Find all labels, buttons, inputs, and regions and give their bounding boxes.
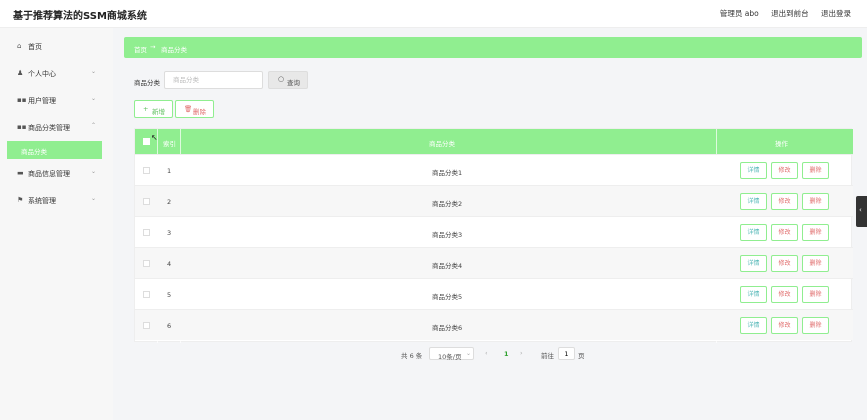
search-icon: ○	[278, 75, 285, 83]
home-icon: ⌂	[17, 42, 22, 50]
sidebar-item-product-mgmt[interactable]: ▬ 商品信息管理 ⌄	[0, 161, 113, 185]
table-header: 索引 商品分类 操作	[135, 129, 853, 154]
table-row: 1 商品分类1 详情 修改 删除	[135, 154, 853, 185]
to-front-link[interactable]: 退出到前台	[771, 9, 809, 18]
header-operations: 操作	[775, 140, 788, 148]
app-title: 基于推荐算法的SSM商城系统	[13, 11, 147, 22]
delete-button[interactable]: 删除	[802, 193, 829, 210]
table-row: 3 商品分类3 详情 修改 删除	[135, 216, 853, 247]
chevron-down-icon: ⌄	[466, 350, 472, 357]
sidebar-item-home[interactable]: ⌂ 首页	[0, 34, 113, 58]
row-checkbox[interactable]	[143, 229, 150, 236]
chevron-down-icon: ⌄	[91, 68, 97, 75]
pagination-total: 共 6 条	[401, 352, 423, 360]
flag-icon: ⚑	[17, 196, 24, 204]
edit-button[interactable]: 修改	[771, 255, 798, 272]
sidebar-item-category-mgmt[interactable]: ▪▪ 商品分类管理 ⌃	[0, 115, 113, 139]
chevron-down-icon: ⌄	[91, 168, 97, 175]
app-root: 基于推荐算法的SSM商城系统 管理员 abo 退出到前台 退出登录 ⌂ 首页 ♟…	[0, 0, 867, 420]
header-index: 索引	[163, 140, 176, 148]
grid-icon: ▪▪	[17, 96, 27, 104]
sidebar-item-system[interactable]: ⚑ 系统管理 ⌄	[0, 188, 113, 212]
grid-icon: ▪▪	[17, 123, 27, 131]
table-row: 6 商品分类6 详情 修改 删除	[135, 309, 853, 340]
pagination: 共 6 条 10条/页 ⌄ ‹ 1 › 前往 页	[0, 347, 867, 361]
bulk-delete-button[interactable]: 🗑 删除	[175, 100, 214, 118]
header-actions: 管理员 abo 退出到前台 退出登录	[710, 8, 851, 19]
row-checkbox[interactable]	[143, 260, 150, 267]
row-checkbox[interactable]	[143, 291, 150, 298]
search-label: 商品分类	[134, 79, 160, 87]
row-checkbox[interactable]	[143, 322, 150, 329]
query-button[interactable]: ○ 查询	[268, 71, 308, 89]
sidebar-item-profile[interactable]: ♟ 个人中心 ⌄	[0, 61, 113, 85]
detail-button[interactable]: 详情	[740, 224, 767, 241]
sidebar-item-users[interactable]: ▪▪ 用户管理 ⌄	[0, 88, 113, 112]
breadcrumb-current: 商品分类	[161, 46, 187, 54]
delete-button[interactable]: 删除	[802, 224, 829, 241]
mouse-cursor-icon: ↖	[151, 133, 158, 142]
edit-button[interactable]: 修改	[771, 286, 798, 303]
delete-button[interactable]: 删除	[802, 162, 829, 179]
table-row: 2 商品分类2 详情 修改 删除	[135, 185, 853, 216]
row-checkbox[interactable]	[143, 198, 150, 205]
chevron-down-icon: ⌄	[91, 95, 97, 102]
edit-button[interactable]: 修改	[771, 224, 798, 241]
page-size-select[interactable]: 10条/页 ⌄	[429, 347, 474, 361]
category-search-input[interactable]	[164, 71, 263, 89]
top-header: 基于推荐算法的SSM商城系统 管理员 abo 退出到前台 退出登录	[0, 0, 867, 28]
trash-icon: 🗑	[184, 105, 193, 113]
edit-button[interactable]: 修改	[771, 162, 798, 179]
row-checkbox[interactable]	[143, 167, 150, 174]
breadcrumb-separator: →	[150, 43, 156, 51]
detail-button[interactable]: 详情	[740, 317, 767, 334]
delete-button[interactable]: 删除	[802, 286, 829, 303]
chevron-down-icon: ⌄	[91, 195, 97, 202]
goto-page-input[interactable]	[558, 347, 575, 360]
select-all-checkbox[interactable]	[143, 138, 150, 145]
delete-button[interactable]: 删除	[802, 255, 829, 272]
header-category: 商品分类	[429, 140, 455, 148]
logout-link[interactable]: 退出登录	[821, 9, 851, 18]
breadcrumb: 首页 → 商品分类	[124, 37, 862, 58]
detail-button[interactable]: 详情	[740, 255, 767, 272]
current-page[interactable]: 1	[504, 350, 509, 358]
category-table: 索引 商品分类 操作 1 商品分类1 详情 修改 删除 2 商品分类2 详情 修…	[134, 128, 853, 343]
chevron-up-icon: ⌃	[91, 122, 97, 129]
delete-button[interactable]: 删除	[802, 317, 829, 334]
plus-icon: +	[143, 105, 149, 113]
chevron-left-icon: ‹	[859, 206, 862, 214]
table-row: 5 商品分类5 详情 修改 删除	[135, 278, 853, 309]
sidebar-subitem-category[interactable]: 商品分类	[7, 141, 102, 159]
table-row: 4 商品分类4 详情 修改 删除	[135, 247, 853, 278]
add-button[interactable]: + 新增	[134, 100, 173, 118]
goto-label: 前往	[541, 352, 554, 360]
detail-button[interactable]: 详情	[740, 286, 767, 303]
prev-page-icon[interactable]: ‹	[485, 349, 488, 357]
detail-button[interactable]: 详情	[740, 193, 767, 210]
breadcrumb-home[interactable]: 首页	[134, 44, 147, 54]
user-icon: ♟	[17, 69, 24, 77]
sidebar: ⌂ 首页 ♟ 个人中心 ⌄ ▪▪ 用户管理 ⌄ ▪▪ 商品分类管理 ⌃ 商品分类…	[0, 28, 113, 420]
detail-button[interactable]: 详情	[740, 162, 767, 179]
box-icon: ▬	[17, 169, 24, 177]
edit-button[interactable]: 修改	[771, 317, 798, 334]
goto-unit: 页	[578, 352, 585, 360]
side-panel-toggle[interactable]: ‹	[856, 196, 867, 227]
edit-button[interactable]: 修改	[771, 193, 798, 210]
next-page-icon[interactable]: ›	[520, 349, 523, 357]
current-user: 管理员 abo	[719, 9, 759, 18]
